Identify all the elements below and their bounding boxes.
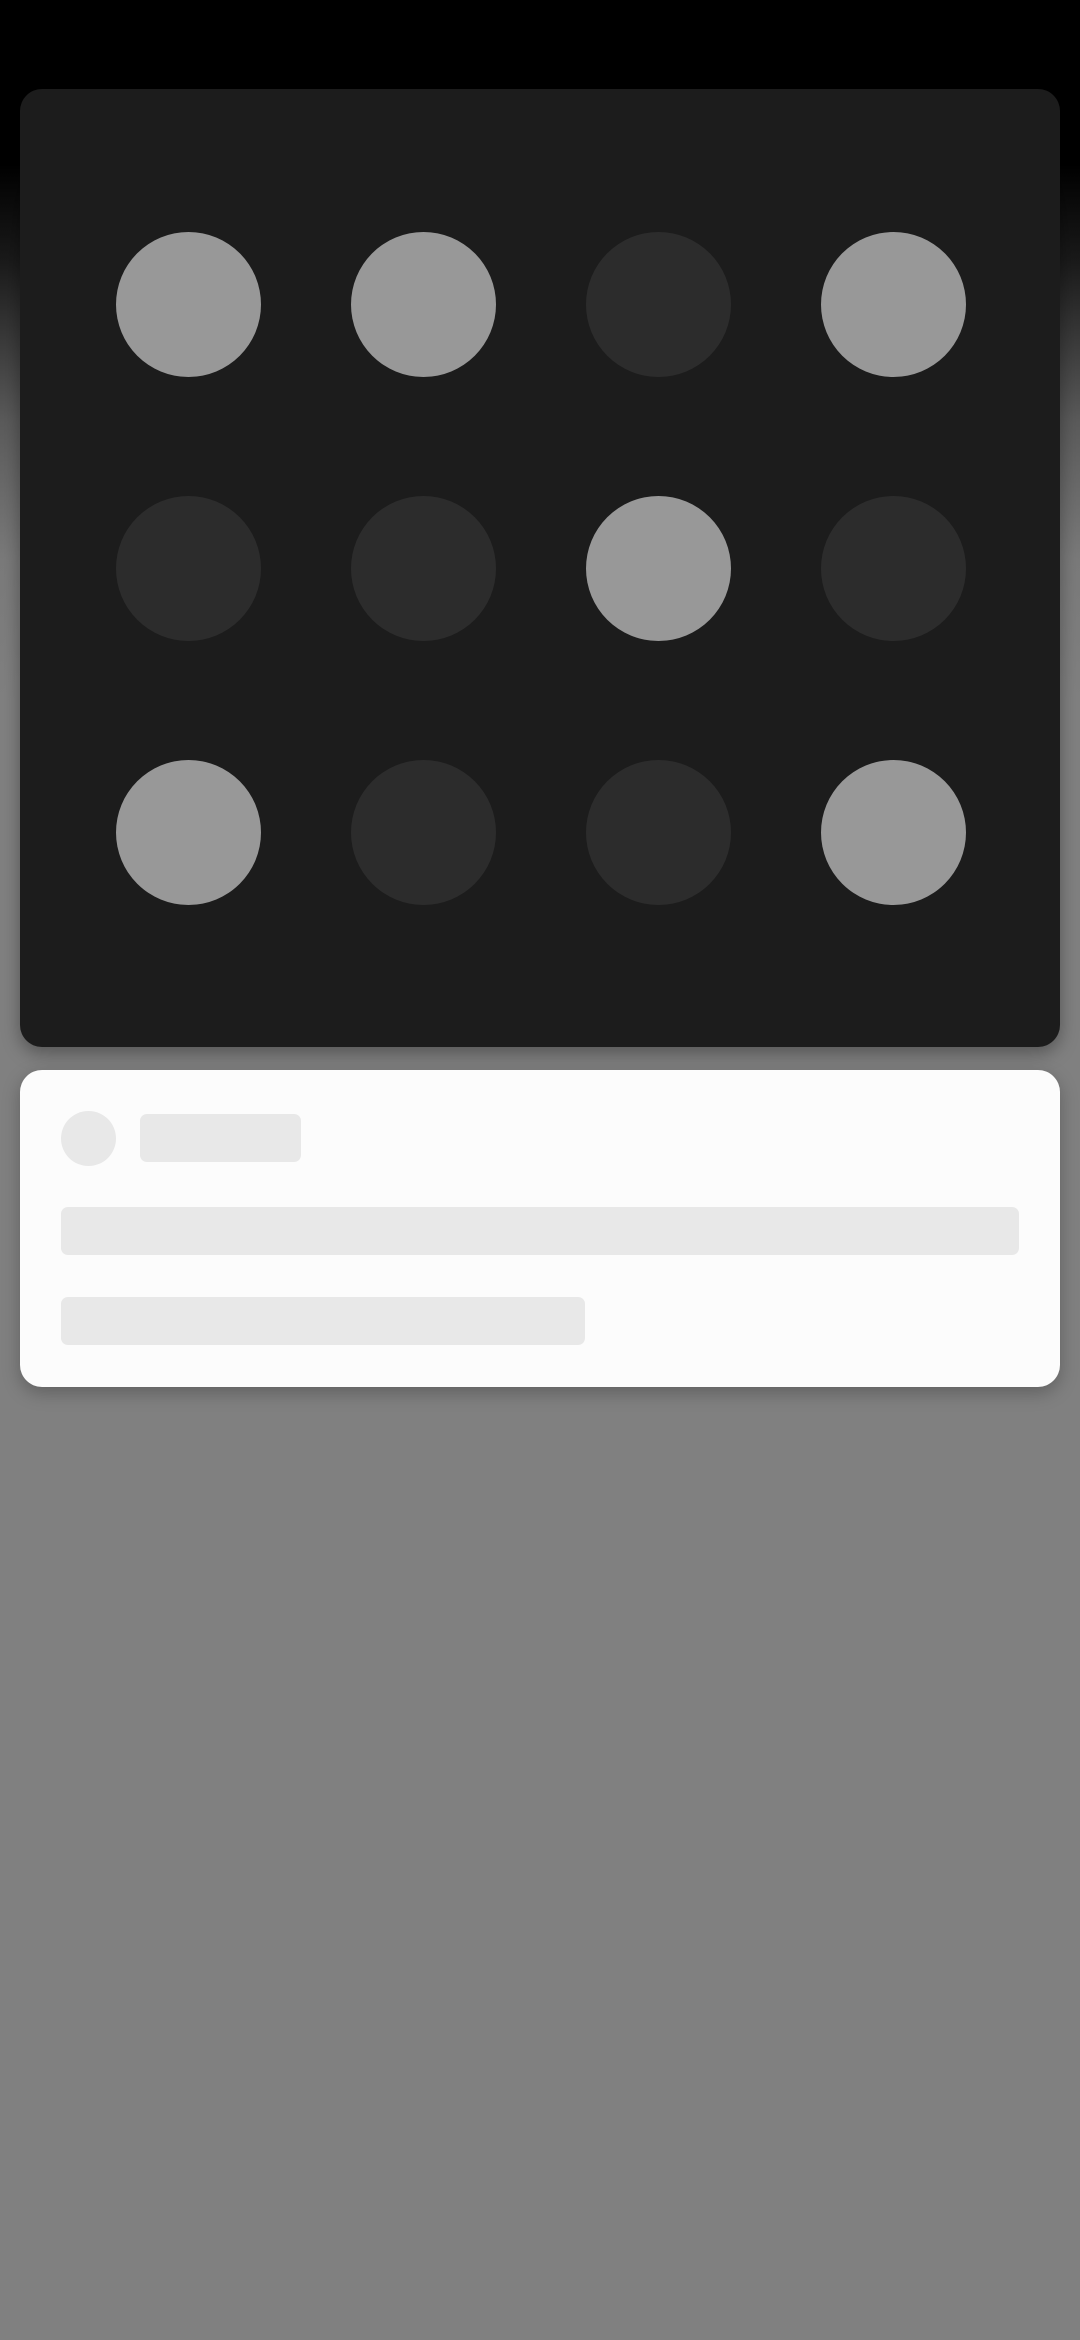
avatar-placeholder [61, 1111, 116, 1166]
grid-dot-r3-c4 [821, 760, 966, 905]
text-line-placeholder [61, 1207, 1019, 1255]
dot-grid-card [20, 89, 1060, 1047]
grid-dot-r2-c1 [116, 496, 261, 641]
status-bar [0, 0, 1080, 88]
grid-dot-r2-c3 [586, 496, 731, 641]
grid-dot-r2-c4 [821, 496, 966, 641]
grid-dot-r1-c4 [821, 232, 966, 377]
grid-dot-r1-c1 [116, 232, 261, 377]
title-placeholder [140, 1114, 301, 1162]
grid-dot-r2-c2 [351, 496, 496, 641]
grid-dot-r1-c2 [351, 232, 496, 377]
loading-info-card [20, 1070, 1060, 1387]
grid-dot-r1-c3 [586, 232, 731, 377]
grid-dot-r3-c2 [351, 760, 496, 905]
grid-dot-r3-c1 [116, 760, 261, 905]
grid-dot-r3-c3 [586, 760, 731, 905]
text-line-placeholder-short [61, 1297, 585, 1345]
